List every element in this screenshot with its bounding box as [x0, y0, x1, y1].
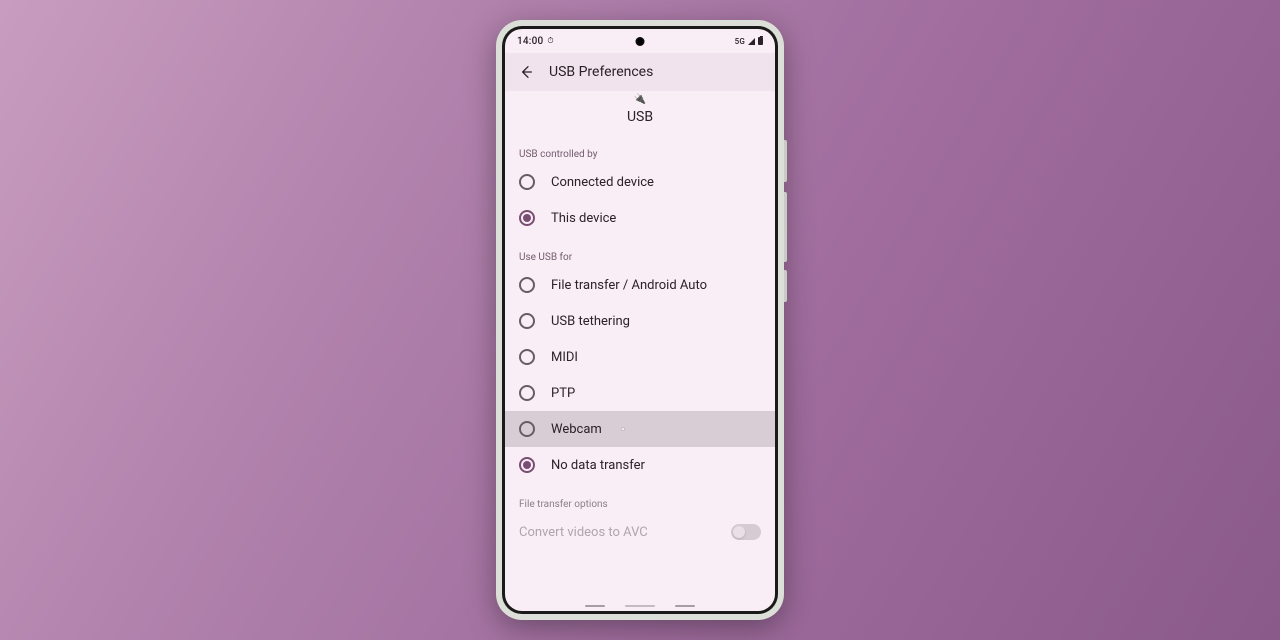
- radio-label: Webcam: [551, 422, 602, 437]
- network-label: 5G: [735, 37, 745, 46]
- radio-connected-device[interactable]: Connected device: [505, 164, 775, 200]
- front-camera: [636, 37, 645, 46]
- radio-label: This device: [551, 211, 616, 226]
- cursor-indicator: [621, 427, 625, 431]
- side-button[interactable]: [784, 270, 787, 302]
- toggle-convert-avc[interactable]: Convert videos to AVC: [505, 514, 775, 550]
- radio-webcam[interactable]: Webcam: [505, 411, 775, 447]
- radio-icon: [519, 313, 535, 329]
- back-arrow-icon: [518, 64, 534, 80]
- screen-bezel: 14:00 ⏱ 5G USB Preferences 🔌 USB: [502, 26, 778, 614]
- app-bar: USB Preferences: [505, 53, 775, 91]
- content-area: 🔌 USB USB controlled by Connected device…: [505, 91, 775, 611]
- radio-label: File transfer / Android Auto: [551, 278, 707, 293]
- radio-label: Connected device: [551, 175, 654, 190]
- radio-icon: [519, 385, 535, 401]
- radio-label: MIDI: [551, 350, 578, 365]
- radio-icon-selected: [519, 210, 535, 226]
- volume-button[interactable]: [784, 192, 787, 262]
- alarm-icon: ⏱: [547, 37, 553, 45]
- usb-icon: 🔌: [505, 95, 775, 105]
- power-button[interactable]: [784, 140, 787, 182]
- section-use-usb-for-label: Use USB for: [505, 236, 775, 267]
- radio-icon-selected: [519, 457, 535, 473]
- battery-icon: [758, 37, 763, 45]
- section-file-transfer-options-label: File transfer options: [505, 483, 775, 514]
- radio-icon: [519, 277, 535, 293]
- screen: 14:00 ⏱ 5G USB Preferences 🔌 USB: [505, 29, 775, 611]
- radio-icon: [519, 421, 535, 437]
- radio-file-transfer[interactable]: File transfer / Android Auto: [505, 267, 775, 303]
- gesture-bar[interactable]: [585, 605, 695, 607]
- phone-frame: 14:00 ⏱ 5G USB Preferences 🔌 USB: [496, 20, 784, 620]
- radio-label: USB tethering: [551, 314, 630, 329]
- usb-title: USB: [505, 109, 775, 125]
- radio-no-data-transfer[interactable]: No data transfer: [505, 447, 775, 483]
- toggle-label: Convert videos to AVC: [519, 525, 648, 540]
- status-time: 14:00: [517, 36, 543, 47]
- radio-ptp[interactable]: PTP: [505, 375, 775, 411]
- radio-this-device[interactable]: This device: [505, 200, 775, 236]
- radio-midi[interactable]: MIDI: [505, 339, 775, 375]
- radio-label: PTP: [551, 386, 575, 401]
- section-controlled-by-label: USB controlled by: [505, 133, 775, 164]
- radio-icon: [519, 349, 535, 365]
- usb-header: 🔌 USB: [505, 91, 775, 133]
- radio-usb-tethering[interactable]: USB tethering: [505, 303, 775, 339]
- radio-icon: [519, 174, 535, 190]
- toggle-switch-icon: [731, 524, 761, 540]
- back-button[interactable]: [517, 63, 535, 81]
- signal-icon: [748, 38, 755, 45]
- page-title: USB Preferences: [549, 64, 653, 80]
- radio-label: No data transfer: [551, 458, 645, 473]
